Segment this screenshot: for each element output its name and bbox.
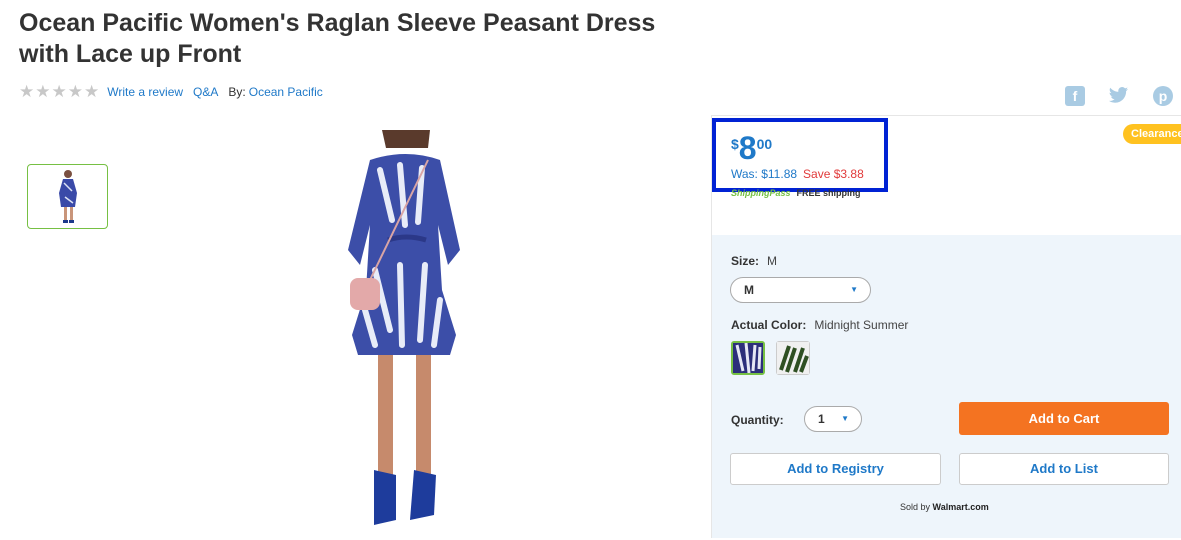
shipping-info: ShippingPass FREE shipping (731, 188, 861, 198)
star-icon: ★ (35, 82, 51, 101)
product-title: Ocean Pacific Women's Raglan Sleeve Peas… (19, 9, 656, 68)
color-swatch-midnight-summer[interactable] (731, 341, 765, 375)
brand-link[interactable]: Ocean Pacific (249, 85, 323, 99)
swatch-pattern-icon (777, 342, 809, 374)
color-label: Actual Color: Midnight Summer (731, 318, 908, 332)
color-swatch-green[interactable] (776, 341, 810, 375)
product-meta: ★ ★ ★ ★ ★ Write a review Q&A By: Ocean P… (19, 82, 333, 101)
add-to-list-button[interactable]: Add to List (959, 453, 1169, 485)
size-label-text: Size: (731, 254, 760, 268)
sold-by-prefix: Sold by (900, 502, 931, 512)
free-shipping-label: FREE shipping (796, 188, 861, 198)
options-panel: Size: M M ▼ Actual Color: Midnight Summer … (712, 235, 1181, 538)
star-icon: ★ (67, 82, 83, 101)
brand-by-label: By: (228, 85, 246, 99)
rating-stars[interactable]: ★ ★ ★ ★ ★ (19, 82, 100, 101)
was-price-label: Was: $11.88 (731, 167, 798, 181)
chevron-down-icon: ▼ (841, 414, 849, 423)
star-icon: ★ (19, 82, 35, 101)
color-label-text: Actual Color: (731, 318, 807, 332)
star-icon: ★ (51, 82, 67, 101)
add-to-cart-button[interactable]: Add to Cart (959, 402, 1169, 435)
color-value: Midnight Summer (814, 318, 909, 332)
pinterest-icon[interactable]: p (1153, 86, 1173, 106)
dress-thumbnail-image (58, 169, 77, 223)
social-share: f p (1065, 86, 1173, 106)
quantity-select[interactable]: 1 ▼ (804, 406, 862, 432)
price-box: $800 Was: $11.88 Save $3.88 (712, 118, 888, 192)
size-value: M (767, 254, 778, 268)
facebook-icon[interactable]: f (1065, 86, 1085, 106)
price-cents: 00 (756, 136, 773, 152)
write-review-link[interactable]: Write a review (107, 85, 183, 99)
current-price: $800 (731, 130, 772, 167)
swatch-pattern-icon (733, 342, 763, 374)
twitter-icon[interactable] (1109, 86, 1129, 106)
product-thumbnail[interactable] (27, 164, 108, 229)
save-amount: Save $3.88 (803, 167, 864, 181)
star-icon: ★ (84, 82, 100, 101)
add-to-registry-button[interactable]: Add to Registry (730, 453, 941, 485)
shippingpass-logo: ShippingPass (731, 188, 791, 198)
product-main-image[interactable] (330, 130, 480, 535)
size-select[interactable]: M ▼ (730, 277, 871, 303)
clearance-badge: Clearance (1123, 124, 1181, 144)
size-label: Size: M (731, 254, 777, 268)
size-selected-value: M (744, 283, 754, 297)
chevron-down-icon: ▼ (850, 285, 858, 294)
price-dollars: 8 (738, 130, 757, 166)
seller-name: Walmart.com (932, 502, 989, 512)
was-price: Was: $11.88 Save $3.88 (731, 167, 864, 181)
quantity-label: Quantity: (731, 413, 784, 427)
sold-by: Sold by Walmart.com (900, 502, 989, 512)
dress-model-image (348, 130, 460, 525)
quantity-value: 1 (818, 412, 825, 426)
qa-link[interactable]: Q&A (193, 85, 218, 99)
price-currency: $ (731, 136, 739, 152)
